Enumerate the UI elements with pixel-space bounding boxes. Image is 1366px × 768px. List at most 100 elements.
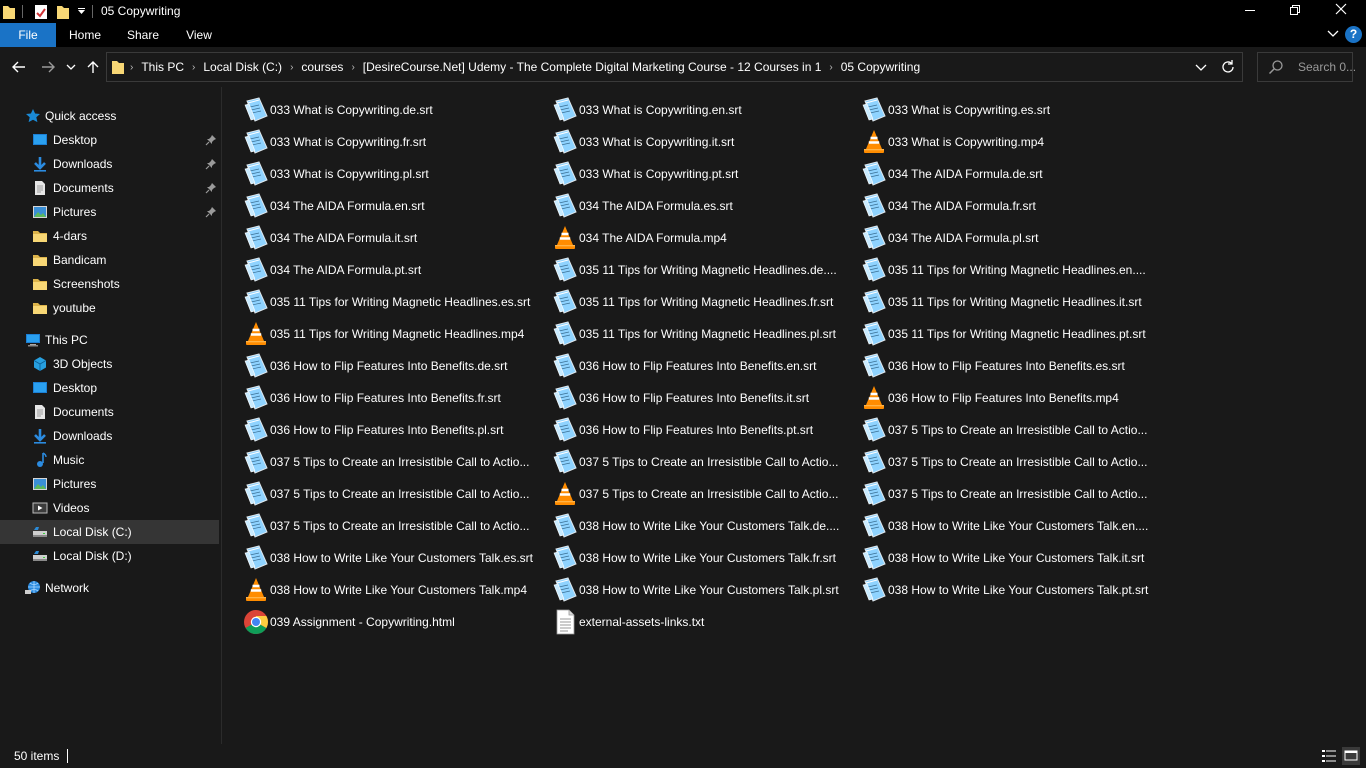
details-view-icon[interactable] bbox=[1321, 748, 1337, 764]
breadcrumb-item-current[interactable]: 05 Copywriting bbox=[836, 60, 925, 74]
properties-icon[interactable] bbox=[34, 4, 48, 20]
file-item[interactable]: 037 5 Tips to Create an Irresistible Cal… bbox=[242, 446, 542, 478]
file-item[interactable]: 033 What is Copywriting.en.srt bbox=[551, 94, 851, 126]
folder-icon[interactable] bbox=[2, 4, 16, 20]
file-item[interactable]: 033 What is Copywriting.pl.srt bbox=[242, 158, 542, 190]
file-item[interactable]: 033 What is Copywriting.pt.srt bbox=[551, 158, 851, 190]
help-button[interactable]: ? bbox=[1345, 26, 1362, 43]
customize-toolbar-icon[interactable] bbox=[77, 7, 86, 16]
file-item[interactable]: 036 How to Flip Features Into Benefits.m… bbox=[860, 382, 1160, 414]
back-arrow-icon[interactable] bbox=[11, 59, 27, 75]
file-item[interactable]: 035 11 Tips for Writing Magnetic Headlin… bbox=[860, 254, 1160, 286]
file-item[interactable]: 038 How to Write Like Your Customers Tal… bbox=[860, 510, 1160, 542]
sidebar-item-desktop[interactable]: Desktop bbox=[0, 128, 219, 152]
file-item[interactable]: 038 How to Write Like Your Customers Tal… bbox=[551, 510, 851, 542]
file-item[interactable]: 034 The AIDA Formula.es.srt bbox=[551, 190, 851, 222]
close-button[interactable] bbox=[1318, 0, 1364, 23]
sidebar-item-documents[interactable]: Documents bbox=[0, 176, 219, 200]
minimize-button[interactable] bbox=[1227, 0, 1273, 23]
sidebar-item-local-disk-c[interactable]: Local Disk (C:) bbox=[0, 520, 219, 544]
file-item[interactable]: 037 5 Tips to Create an Irresistible Cal… bbox=[242, 478, 542, 510]
file-item[interactable]: 034 The AIDA Formula.pt.srt bbox=[242, 254, 542, 286]
restore-button[interactable] bbox=[1272, 0, 1318, 23]
file-item[interactable]: 036 How to Flip Features Into Benefits.f… bbox=[242, 382, 542, 414]
address-bar[interactable]: › This PC › Local Disk (C:) › courses › … bbox=[106, 52, 1243, 82]
file-item[interactable]: 034 The AIDA Formula.pl.srt bbox=[860, 222, 1160, 254]
sidebar-item-4-dars[interactable]: 4-dars bbox=[0, 224, 219, 248]
file-item[interactable]: 039 Assignment - Copywriting.html bbox=[242, 606, 542, 638]
sidebar-item-desktop[interactable]: Desktop bbox=[0, 376, 219, 400]
file-item[interactable]: 033 What is Copywriting.es.srt bbox=[860, 94, 1160, 126]
chevron-right-icon[interactable]: › bbox=[287, 62, 296, 73]
sidebar-item-pictures[interactable]: Pictures bbox=[0, 200, 219, 224]
file-item[interactable]: 035 11 Tips for Writing Magnetic Headlin… bbox=[242, 286, 542, 318]
file-item[interactable]: 036 How to Flip Features Into Benefits.p… bbox=[242, 414, 542, 446]
sidebar-item-3d-objects[interactable]: 3D Objects bbox=[0, 352, 219, 376]
breadcrumb-item-courses[interactable]: courses bbox=[296, 60, 348, 74]
new-folder-icon[interactable] bbox=[56, 4, 70, 20]
refresh-icon[interactable] bbox=[1220, 59, 1236, 75]
sidebar-item-pictures[interactable]: Pictures bbox=[0, 472, 219, 496]
file-item[interactable]: 038 How to Write Like Your Customers Tal… bbox=[242, 574, 542, 606]
tab-share[interactable]: Share bbox=[120, 23, 166, 47]
sidebar-item-documents[interactable]: Documents bbox=[0, 400, 219, 424]
file-item[interactable]: 035 11 Tips for Writing Magnetic Headlin… bbox=[860, 286, 1160, 318]
sidebar-item-videos[interactable]: Videos bbox=[0, 496, 219, 520]
breadcrumb-item-local-disk[interactable]: Local Disk (C:) bbox=[198, 60, 287, 74]
file-item[interactable]: 037 5 Tips to Create an Irresistible Cal… bbox=[242, 510, 542, 542]
file-item[interactable]: 038 How to Write Like Your Customers Tal… bbox=[551, 542, 851, 574]
file-item[interactable]: 038 How to Write Like Your Customers Tal… bbox=[551, 574, 851, 606]
file-item[interactable]: 036 How to Flip Features Into Benefits.e… bbox=[551, 350, 851, 382]
file-item[interactable]: 037 5 Tips to Create an Irresistible Cal… bbox=[860, 446, 1160, 478]
file-item[interactable]: 038 How to Write Like Your Customers Tal… bbox=[860, 542, 1160, 574]
file-item[interactable]: 033 What is Copywriting.de.srt bbox=[242, 94, 542, 126]
up-arrow-icon[interactable] bbox=[85, 59, 101, 75]
file-item[interactable]: external-assets-links.txt bbox=[551, 606, 851, 638]
file-item[interactable]: 035 11 Tips for Writing Magnetic Headlin… bbox=[860, 318, 1160, 350]
chevron-right-icon[interactable]: › bbox=[127, 62, 136, 73]
sidebar-item-downloads[interactable]: Downloads bbox=[0, 152, 219, 176]
file-item[interactable]: 037 5 Tips to Create an Irresistible Cal… bbox=[551, 478, 851, 510]
file-item[interactable]: 038 How to Write Like Your Customers Tal… bbox=[860, 574, 1160, 606]
file-item[interactable]: 036 How to Flip Features Into Benefits.e… bbox=[860, 350, 1160, 382]
file-item[interactable]: 034 The AIDA Formula.fr.srt bbox=[860, 190, 1160, 222]
sidebar-item-youtube[interactable]: youtube bbox=[0, 296, 219, 320]
file-item[interactable]: 035 11 Tips for Writing Magnetic Headlin… bbox=[551, 254, 851, 286]
file-item[interactable]: 036 How to Flip Features Into Benefits.p… bbox=[551, 414, 851, 446]
sidebar-item-screenshots[interactable]: Screenshots bbox=[0, 272, 219, 296]
file-item[interactable]: 033 What is Copywriting.fr.srt bbox=[242, 126, 542, 158]
chevron-right-icon[interactable]: › bbox=[189, 62, 198, 73]
chevron-down-icon[interactable] bbox=[1194, 59, 1208, 75]
sidebar-item-bandicam[interactable]: Bandicam bbox=[0, 248, 219, 272]
chevron-right-icon[interactable]: › bbox=[826, 62, 835, 73]
breadcrumb-item-this-pc[interactable]: This PC bbox=[136, 60, 189, 74]
sidebar-item-downloads[interactable]: Downloads bbox=[0, 424, 219, 448]
file-item[interactable]: 034 The AIDA Formula.de.srt bbox=[860, 158, 1160, 190]
file-item[interactable]: 035 11 Tips for Writing Magnetic Headlin… bbox=[551, 318, 851, 350]
expand-ribbon-icon[interactable] bbox=[1326, 26, 1340, 42]
sidebar-item-this-pc[interactable]: This PC bbox=[0, 328, 219, 352]
file-item[interactable]: 035 11 Tips for Writing Magnetic Headlin… bbox=[242, 318, 542, 350]
tab-home[interactable]: Home bbox=[62, 23, 108, 47]
file-item[interactable]: 034 The AIDA Formula.it.srt bbox=[242, 222, 542, 254]
file-item[interactable]: 035 11 Tips for Writing Magnetic Headlin… bbox=[551, 286, 851, 318]
forward-arrow-icon[interactable] bbox=[40, 59, 56, 75]
large-icons-view-icon[interactable] bbox=[1342, 747, 1360, 765]
search-box[interactable]: Search 0... bbox=[1257, 52, 1356, 82]
file-item[interactable]: 034 The AIDA Formula.en.srt bbox=[242, 190, 542, 222]
breadcrumb-item-course[interactable]: [DesireCourse.Net] Udemy - The Complete … bbox=[358, 60, 827, 74]
file-item[interactable]: 033 What is Copywriting.it.srt bbox=[551, 126, 851, 158]
file-item[interactable]: 036 How to Flip Features Into Benefits.i… bbox=[551, 382, 851, 414]
sidebar-item-network[interactable]: Network bbox=[0, 576, 219, 600]
sidebar-item-music[interactable]: Music bbox=[0, 448, 219, 472]
file-item[interactable]: 037 5 Tips to Create an Irresistible Cal… bbox=[551, 446, 851, 478]
file-item[interactable]: 033 What is Copywriting.mp4 bbox=[860, 126, 1160, 158]
sidebar-item-quick-access[interactable]: Quick access bbox=[0, 104, 219, 128]
sidebar-item-local-disk-d[interactable]: Local Disk (D:) bbox=[0, 544, 219, 568]
recent-locations-icon[interactable] bbox=[66, 59, 76, 75]
file-item[interactable]: 036 How to Flip Features Into Benefits.d… bbox=[242, 350, 542, 382]
file-item[interactable]: 038 How to Write Like Your Customers Tal… bbox=[242, 542, 542, 574]
chevron-right-icon[interactable]: › bbox=[348, 62, 357, 73]
file-item[interactable]: 034 The AIDA Formula.mp4 bbox=[551, 222, 851, 254]
file-item[interactable]: 037 5 Tips to Create an Irresistible Cal… bbox=[860, 414, 1160, 446]
